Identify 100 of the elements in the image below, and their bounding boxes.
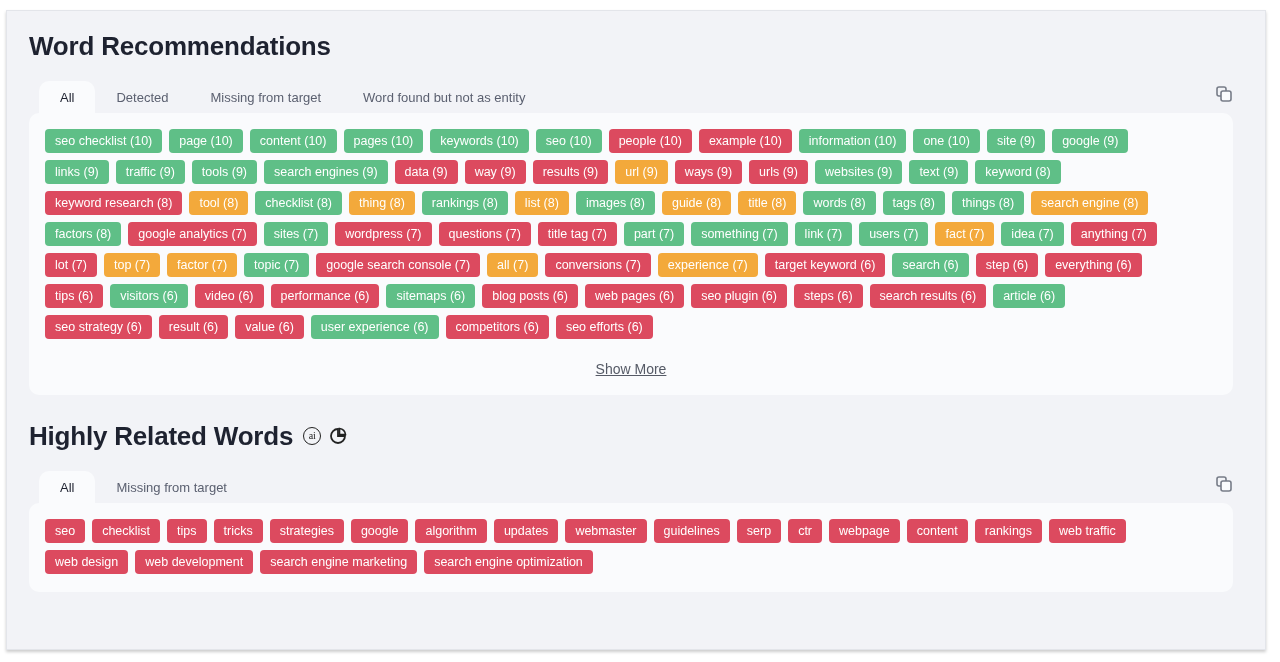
- word-tag[interactable]: google: [350, 519, 409, 543]
- word-tag[interactable]: tags (8): [882, 191, 945, 215]
- word-tag[interactable]: way (9): [464, 160, 526, 184]
- word-tag[interactable]: people (10): [608, 129, 692, 153]
- word-tag[interactable]: wordpress (7): [335, 222, 432, 246]
- word-tag[interactable]: search engine marketing: [260, 550, 418, 574]
- word-tag[interactable]: one (10): [913, 129, 980, 153]
- word-tag[interactable]: lot (7): [45, 253, 97, 277]
- word-tag[interactable]: site (9): [986, 129, 1046, 153]
- word-tag[interactable]: sites (7): [263, 222, 329, 246]
- word-tag[interactable]: search engines (9): [264, 160, 388, 184]
- word-tag[interactable]: topic (7): [244, 253, 310, 277]
- word-tag[interactable]: seo efforts (6): [555, 315, 653, 339]
- tab[interactable]: Word found but not as entity: [342, 81, 547, 113]
- word-tag[interactable]: keyword research (8): [45, 191, 183, 215]
- word-tag[interactable]: factors (8): [45, 222, 122, 246]
- word-tag[interactable]: something (7): [691, 222, 788, 246]
- word-tag[interactable]: strategies: [269, 519, 344, 543]
- word-tag[interactable]: visitors (6): [110, 284, 188, 308]
- word-tag[interactable]: conversions (7): [545, 253, 651, 277]
- word-tag[interactable]: ctr: [788, 519, 823, 543]
- word-tag[interactable]: search (6): [892, 253, 969, 277]
- copy-icon[interactable]: [1215, 475, 1233, 493]
- word-tag[interactable]: user experience (6): [310, 315, 439, 339]
- word-tag[interactable]: algorithm: [415, 519, 487, 543]
- word-tag[interactable]: rankings: [974, 519, 1043, 543]
- word-tag[interactable]: updates: [493, 519, 559, 543]
- word-tag[interactable]: web traffic: [1049, 519, 1126, 543]
- word-tag[interactable]: seo plugin (6): [691, 284, 787, 308]
- word-tag[interactable]: google search console (7): [316, 253, 481, 277]
- word-tag[interactable]: things (8): [951, 191, 1025, 215]
- word-tag[interactable]: seo checklist (10): [45, 129, 163, 153]
- word-tag[interactable]: web pages (6): [584, 284, 685, 308]
- word-tag[interactable]: checklist: [92, 519, 161, 543]
- tab[interactable]: Missing from target: [189, 81, 343, 113]
- word-tag[interactable]: search results (6): [869, 284, 987, 308]
- word-tag[interactable]: text (9): [909, 160, 969, 184]
- word-tag[interactable]: google analytics (7): [128, 222, 257, 246]
- tab[interactable]: All: [39, 81, 96, 113]
- word-tag[interactable]: tips: [167, 519, 207, 543]
- word-tag[interactable]: video (6): [194, 284, 264, 308]
- word-tag[interactable]: competitors (6): [445, 315, 549, 339]
- word-tag[interactable]: tools (9): [191, 160, 257, 184]
- word-tag[interactable]: data (9): [394, 160, 458, 184]
- word-tag[interactable]: webmaster: [565, 519, 647, 543]
- word-tag[interactable]: content (10): [249, 129, 337, 153]
- word-tag[interactable]: page (10): [169, 129, 243, 153]
- word-tag[interactable]: rankings (8): [421, 191, 508, 215]
- word-tag[interactable]: keyword (8): [975, 160, 1061, 184]
- word-tag[interactable]: content: [906, 519, 968, 543]
- word-tag[interactable]: guidelines: [653, 519, 730, 543]
- word-tag[interactable]: link (7): [794, 222, 853, 246]
- word-tag[interactable]: everything (6): [1045, 253, 1142, 277]
- word-tag[interactable]: results (9): [532, 160, 609, 184]
- word-tag[interactable]: ways (9): [674, 160, 743, 184]
- word-tag[interactable]: users (7): [859, 222, 929, 246]
- word-tag[interactable]: websites (9): [815, 160, 903, 184]
- word-tag[interactable]: links (9): [45, 160, 109, 184]
- section-title: Word Recommendations: [29, 30, 331, 62]
- word-tag[interactable]: seo strategy (6): [45, 315, 152, 339]
- word-tag[interactable]: search engine optimization: [424, 550, 593, 574]
- word-tag[interactable]: title tag (7): [537, 222, 617, 246]
- word-tag[interactable]: performance (6): [270, 284, 380, 308]
- word-tag[interactable]: checklist (8): [255, 191, 342, 215]
- word-tag[interactable]: words (8): [803, 191, 876, 215]
- word-tag[interactable]: step (6): [975, 253, 1039, 277]
- word-tag[interactable]: seo: [45, 519, 86, 543]
- word-tag[interactable]: web design: [45, 550, 129, 574]
- show-more-link[interactable]: Show More: [595, 361, 667, 377]
- word-tag[interactable]: google (9): [1052, 129, 1129, 153]
- word-tag[interactable]: keywords (10): [430, 129, 529, 153]
- word-tag[interactable]: example (10): [698, 129, 792, 153]
- word-tag[interactable]: pages (10): [343, 129, 424, 153]
- pie-chart-icon[interactable]: [329, 427, 348, 445]
- word-tag[interactable]: information (10): [798, 129, 907, 153]
- tab[interactable]: All: [39, 471, 96, 503]
- word-tag[interactable]: anything (7): [1070, 222, 1157, 246]
- word-tag[interactable]: urls (9): [749, 160, 808, 184]
- word-tag[interactable]: article (6): [993, 284, 1066, 308]
- word-tag[interactable]: questions (7): [438, 222, 531, 246]
- tab[interactable]: Missing from target: [95, 471, 248, 503]
- word-tag[interactable]: images (8): [575, 191, 655, 215]
- word-tag[interactable]: part (7): [623, 222, 685, 246]
- tab[interactable]: Detected: [95, 81, 190, 113]
- word-tag[interactable]: tricks: [213, 519, 263, 543]
- word-tag[interactable]: tips (6): [45, 284, 104, 308]
- word-tag[interactable]: web development: [135, 550, 254, 574]
- word-tag[interactable]: serp: [736, 519, 782, 543]
- copy-icon[interactable]: [1215, 85, 1233, 103]
- word-tag[interactable]: result (6): [158, 315, 229, 339]
- word-tag[interactable]: sitemaps (6): [386, 284, 476, 308]
- word-tag[interactable]: traffic (9): [115, 160, 185, 184]
- word-tag[interactable]: value (6): [235, 315, 304, 339]
- word-tag[interactable]: steps (6): [793, 284, 863, 308]
- word-tag[interactable]: seo (10): [535, 129, 602, 153]
- word-tag[interactable]: webpage: [829, 519, 900, 543]
- word-tag[interactable]: idea (7): [1001, 222, 1064, 246]
- word-tag[interactable]: blog posts (6): [482, 284, 578, 308]
- word-tag[interactable]: target keyword (6): [764, 253, 886, 277]
- section-title: Highly Related Words: [29, 420, 294, 452]
